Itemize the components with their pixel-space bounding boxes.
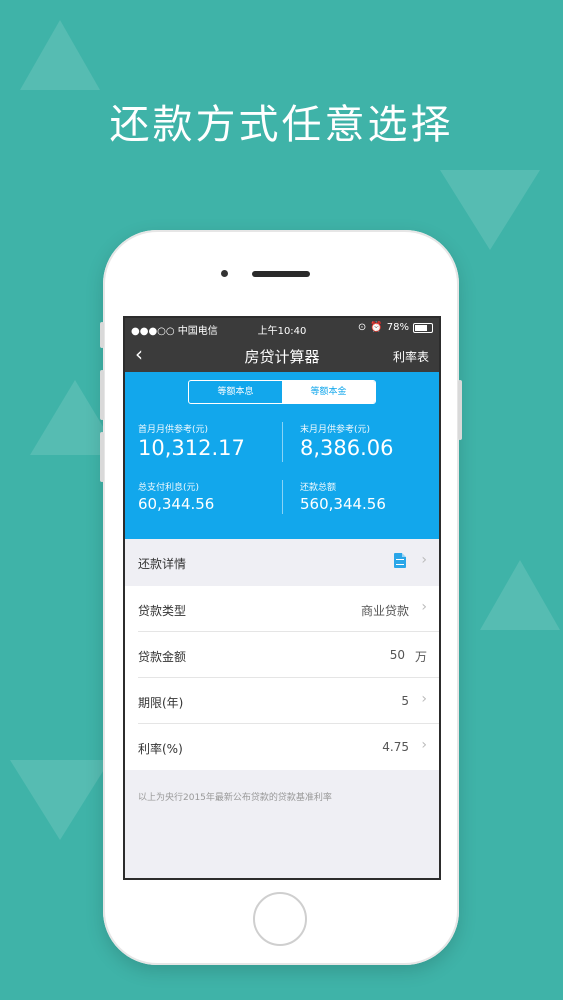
chevron-right-icon: ›: [421, 552, 427, 568]
divider: [282, 480, 283, 514]
repayment-method-toggle: 等额本息 等额本金: [188, 380, 376, 404]
tab-equal-installment[interactable]: 等额本息: [189, 381, 282, 403]
phone-frame: ●●●○○ 中国电信 上午10:40 ⊙ ⏰ 78% ‹ 房贷计算器 利率表 等…: [100, 230, 462, 965]
divider: [282, 422, 283, 462]
loan-amount-input[interactable]: 50: [390, 648, 405, 662]
metric-label: 末月月供参考(元): [300, 425, 371, 435]
metric-value: 8,386.06: [300, 436, 394, 460]
status-right: ⊙ ⏰ 78%: [358, 322, 433, 333]
metric-total-repay: 还款总额 560,344.56: [300, 480, 386, 513]
loan-type-row[interactable]: 贷款类型 商业贷款 ›: [125, 586, 439, 632]
phone-side-button: [100, 322, 104, 348]
row-label: 利率(%): [138, 742, 183, 756]
alarm-icon: ⏰: [370, 322, 383, 333]
row-label: 还款详情: [138, 557, 187, 571]
home-button[interactable]: [253, 892, 307, 946]
metric-value: 560,344.56: [300, 495, 386, 513]
phone-speaker: [252, 271, 310, 277]
metric-label: 还款总额: [300, 483, 337, 493]
document-icon: [394, 553, 406, 568]
row-label: 贷款金额: [138, 650, 187, 664]
row-unit: 万: [414, 650, 427, 664]
battery-icon: [413, 322, 433, 333]
battery-percent: 78%: [386, 322, 409, 333]
background-shape: [20, 20, 100, 90]
metric-label: 首月月供参考(元): [138, 425, 209, 435]
row-value: 5: [401, 694, 409, 708]
phone-camera: [221, 270, 228, 277]
rate-note: 以上为央行2015年最新公布贷款的贷款基准利率: [138, 793, 332, 803]
background-shape: [440, 170, 540, 250]
row-label: 期限(年): [138, 696, 184, 710]
metric-value: 60,344.56: [138, 495, 215, 513]
status-bar: ●●●○○ 中国电信 上午10:40 ⊙ ⏰ 78%: [125, 318, 439, 338]
chevron-right-icon: ›: [421, 599, 427, 615]
row-value: 商业贷款: [360, 604, 409, 618]
metric-last-month: 末月月供参考(元) 8,386.06: [300, 422, 394, 460]
promo-headline: 还款方式任意选择: [109, 102, 454, 148]
chevron-right-icon: ›: [421, 691, 427, 707]
term-row[interactable]: 期限(年) 5 ›: [125, 678, 439, 724]
metric-first-month: 首月月供参考(元) 10,312.17: [138, 422, 245, 460]
row-value: 4.75: [382, 740, 409, 754]
phone-screen: ●●●○○ 中国电信 上午10:40 ⊙ ⏰ 78% ‹ 房贷计算器 利率表 等…: [123, 316, 441, 880]
tab-equal-principal[interactable]: 等额本金: [282, 381, 375, 403]
metric-total-interest: 总支付利息(元) 60,344.56: [138, 480, 214, 513]
phone-side-button: [100, 432, 104, 482]
rate-table-button[interactable]: 利率表: [393, 348, 429, 365]
row-label: 贷款类型: [138, 604, 187, 618]
phone-side-button: [458, 380, 462, 440]
metric-label: 总支付利息(元): [138, 483, 200, 493]
page-title: 房贷计算器: [244, 348, 320, 366]
loan-amount-row[interactable]: 贷款金额 50 万: [125, 632, 439, 678]
chevron-right-icon: ›: [421, 737, 427, 753]
phone-side-button: [100, 370, 104, 420]
repayment-details-row[interactable]: 还款详情 ›: [125, 539, 439, 585]
rate-row[interactable]: 利率(%) 4.75 ›: [125, 724, 439, 770]
lock-rotation-icon: ⊙: [357, 322, 367, 333]
background-shape: [10, 760, 110, 840]
nav-bar: ‹ 房贷计算器 利率表: [125, 338, 439, 372]
summary-panel: 等额本息 等额本金 首月月供参考(元) 10,312.17 末月月供参考(元) …: [125, 372, 439, 539]
background-shape: [480, 560, 560, 630]
metric-value: 10,312.17: [138, 436, 245, 460]
